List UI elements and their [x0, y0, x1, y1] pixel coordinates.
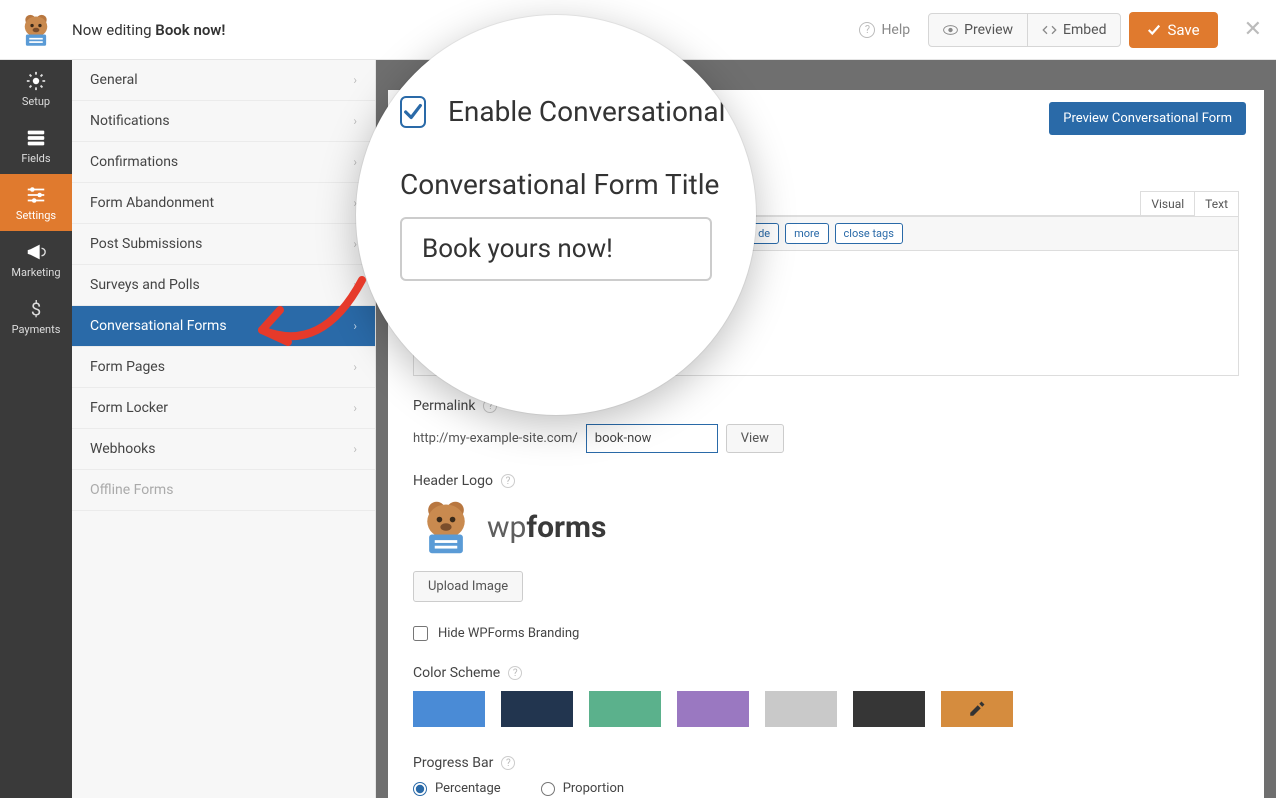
help-icon[interactable]: ?	[501, 756, 515, 770]
check-icon	[1147, 23, 1161, 37]
permalink-label: Permalink	[413, 398, 475, 414]
gear-icon	[25, 70, 47, 92]
view-button[interactable]: View	[726, 424, 784, 453]
rail-setup[interactable]: Setup	[0, 60, 72, 117]
swatch-purple[interactable]	[677, 691, 749, 727]
wpforms-logo	[0, 12, 72, 48]
bear-icon	[413, 497, 479, 557]
permalink-input[interactable]	[586, 424, 718, 453]
svg-text:$: $	[31, 299, 41, 320]
chevron-right-icon: ›	[353, 401, 357, 415]
megaphone-icon	[25, 241, 47, 263]
settings-general[interactable]: General›	[72, 60, 375, 101]
rail-settings[interactable]: Settings	[0, 174, 72, 231]
hide-branding-checkbox[interactable]	[413, 626, 428, 641]
enable-conversational-checkbox[interactable]	[400, 96, 426, 128]
settings-offline-forms[interactable]: Offline Forms	[72, 470, 375, 511]
swatch-custom[interactable]	[941, 691, 1013, 727]
progress-bar-label: Progress Bar	[413, 755, 493, 771]
settings-form-locker[interactable]: Form Locker›	[72, 388, 375, 429]
settings-post-submissions[interactable]: Post Submissions›	[72, 224, 375, 265]
chevron-right-icon: ›	[353, 360, 357, 374]
help-link[interactable]: ? Help	[859, 22, 910, 38]
preview-button[interactable]: Preview	[929, 14, 1027, 46]
permalink-prefix: http://my-example-site.com/	[413, 431, 578, 446]
progress-proportion[interactable]: Proportion	[541, 781, 624, 796]
editor-btn-closetags[interactable]: close tags	[835, 223, 903, 244]
settings-form-pages[interactable]: Form Pages›	[72, 347, 375, 388]
conversational-title-input[interactable]: Book yours now!	[400, 217, 712, 281]
swatch-grey[interactable]	[765, 691, 837, 727]
close-button[interactable]: ✕	[1244, 17, 1262, 42]
chevron-right-icon: ›	[353, 278, 357, 292]
conversational-title-label: Conversational Form Title	[400, 168, 712, 201]
help-icon[interactable]: ?	[501, 474, 515, 488]
check-icon	[402, 101, 424, 123]
settings-webhooks[interactable]: Webhooks›	[72, 429, 375, 470]
settings-confirmations[interactable]: Confirmations›	[72, 142, 375, 183]
chevron-right-icon: ›	[353, 442, 357, 456]
tab-text[interactable]: Text	[1194, 191, 1239, 216]
settings-notifications[interactable]: Notifications›	[72, 101, 375, 142]
fields-icon	[25, 127, 47, 149]
chevron-right-icon: ›	[353, 237, 357, 251]
upload-image-button[interactable]: Upload Image	[413, 571, 523, 602]
help-icon: ?	[859, 22, 875, 38]
eye-icon	[943, 24, 958, 36]
settings-form-abandonment[interactable]: Form Abandonment›	[72, 183, 375, 224]
settings-conversational-forms[interactable]: Conversational Forms›	[72, 306, 375, 347]
hide-branding-label: Hide WPForms Branding	[438, 626, 579, 641]
tab-visual[interactable]: Visual	[1140, 191, 1194, 216]
save-button[interactable]: Save	[1129, 12, 1217, 48]
rail-marketing[interactable]: Marketing	[0, 231, 72, 288]
color-swatches	[413, 691, 1239, 727]
eyedropper-icon	[968, 700, 986, 718]
chevron-right-icon: ›	[353, 114, 357, 128]
swatch-dark[interactable]	[853, 691, 925, 727]
dollar-icon: $	[25, 298, 47, 320]
preview-conversational-button[interactable]: Preview Conversational Form	[1049, 102, 1246, 135]
embed-button[interactable]: Embed	[1027, 14, 1120, 46]
settings-surveys-polls[interactable]: Surveys and Polls›	[72, 265, 375, 306]
help-icon[interactable]: ?	[508, 666, 522, 680]
enable-conversational-label: Enable Conversational	[448, 95, 725, 128]
color-scheme-label: Color Scheme	[413, 665, 500, 681]
editor-btn-more[interactable]: more	[785, 223, 828, 244]
rail-fields[interactable]: Fields	[0, 117, 72, 174]
rail-payments[interactable]: $ Payments	[0, 288, 72, 345]
header-logo-preview: wpforms	[413, 497, 1239, 557]
chevron-right-icon: ›	[353, 319, 357, 333]
embed-icon	[1042, 24, 1057, 36]
preview-embed-group: Preview Embed	[928, 13, 1121, 47]
brand-text: wpforms	[487, 510, 606, 545]
bear-icon	[18, 12, 54, 48]
header-logo-label: Header Logo	[413, 473, 493, 489]
chevron-right-icon: ›	[353, 73, 357, 87]
left-rail: Setup Fields Settings Marketing $ Paymen…	[0, 60, 72, 798]
magnifier-overlay: Enable Conversational Conversational For…	[356, 15, 756, 415]
swatch-navy[interactable]	[501, 691, 573, 727]
swatch-blue[interactable]	[413, 691, 485, 727]
settings-panel: General› Notifications› Confirmations› F…	[72, 60, 376, 798]
sliders-icon	[25, 184, 47, 206]
swatch-green[interactable]	[589, 691, 661, 727]
progress-percentage[interactable]: Percentage	[413, 781, 501, 796]
chevron-right-icon: ›	[353, 155, 357, 169]
